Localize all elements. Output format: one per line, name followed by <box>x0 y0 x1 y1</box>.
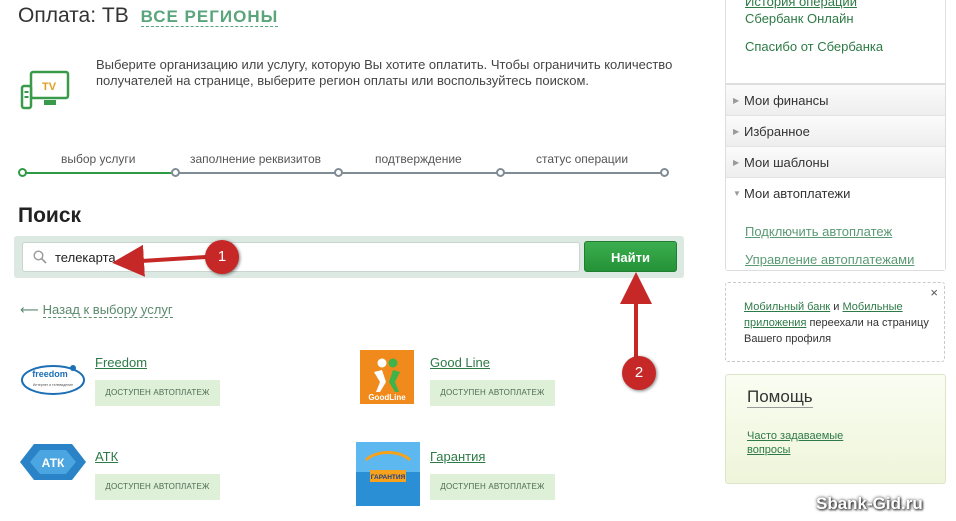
notice-and: и <box>830 301 843 313</box>
svg-text:freedom: freedom <box>32 369 68 379</box>
provider-name[interactable]: АТК <box>95 449 118 464</box>
menu-item-label: Мои шаблоны <box>744 155 830 170</box>
step-label-fill-details: заполнение реквизитов <box>190 152 322 166</box>
chevron-right-icon: ▶ <box>733 158 740 167</box>
arrow-left-icon: ⟵ <box>20 302 39 317</box>
progress-steps: выбор услуги заполнение реквизитов подтв… <box>18 152 670 182</box>
mobile-notice: × Мобильный банк и Мобильные приложения … <box>725 282 945 362</box>
chevron-right-icon: ▶ <box>733 96 740 105</box>
autopay-badge: ДОСТУПЕН АВТОПЛАТЕЖ <box>430 474 555 500</box>
search-input[interactable]: телекарта <box>22 242 580 272</box>
manage-autopay-link[interactable]: Управление автоплатежами <box>745 244 914 275</box>
svg-text:GoodLine: GoodLine <box>368 393 406 402</box>
provider-name[interactable]: Freedom <box>95 355 147 370</box>
find-button[interactable]: Найти <box>584 241 677 272</box>
search-title: Поиск <box>18 204 82 227</box>
menu-item-autopayments[interactable]: ▼ Мои автоплатежи Подключить автоплатеж … <box>726 178 945 270</box>
autopay-badge: ДОСТУПЕН АВТОПЛАТЕЖ <box>95 380 220 406</box>
step-label-confirm: подтверждение <box>375 152 462 166</box>
mobile-bank-link[interactable]: Мобильный банк <box>744 301 830 313</box>
spasibo-link[interactable]: Спасибо от Сбербанка <box>745 39 883 54</box>
step-dot-1 <box>18 168 27 177</box>
menu-item-label: Мои финансы <box>744 93 829 108</box>
autopay-badge: ДОСТУПЕН АВТОПЛАТЕЖ <box>430 380 555 406</box>
svg-text:Интернет и телевидение: Интернет и телевидение <box>33 383 73 387</box>
back-link-label: Назад к выбору услуг <box>42 302 173 318</box>
step-dot-5 <box>660 168 669 177</box>
freedom-logo: freedom Интернет и телевидение <box>21 365 85 395</box>
annotation-badge-2: 2 <box>622 356 656 390</box>
watermark: Sbank-Gid.ru <box>816 494 923 513</box>
progress-line-done <box>22 172 175 174</box>
menu-item-label: Избранное <box>744 124 810 139</box>
menu-item-favorites[interactable]: ▶ Избранное <box>726 116 945 147</box>
help-title: Помощь <box>747 387 813 408</box>
progress-line-todo <box>175 172 665 174</box>
autopay-badge: ДОСТУПЕН АВТОПЛАТЕЖ <box>95 474 220 500</box>
annotation-badge-1: 1 <box>205 240 239 274</box>
close-icon[interactable]: × <box>930 285 938 301</box>
chevron-down-icon: ▼ <box>733 189 741 198</box>
page-title: Оплата: ТВ ВСЕ РЕГИОНЫ <box>18 4 279 28</box>
intro-text: Выберите организацию или услугу, которую… <box>96 57 673 88</box>
sberbank-online-link[interactable]: Сбербанк Онлайн <box>745 11 854 26</box>
menu-item-templates[interactable]: ▶ Мои шаблоны <box>726 147 945 178</box>
step-dot-4 <box>496 168 505 177</box>
sidebar-top-links: История операций Сбербанк Онлайн Спасибо… <box>725 0 946 84</box>
search-icon <box>33 250 47 264</box>
step-dot-3 <box>334 168 343 177</box>
connect-autopay-link[interactable]: Подключить автоплатеж <box>745 216 892 247</box>
svg-text:ГАРАНТИЯ: ГАРАНТИЯ <box>371 474 406 481</box>
search-input-value: телекарта <box>55 250 116 265</box>
region-selector[interactable]: ВСЕ РЕГИОНЫ <box>140 7 279 27</box>
step-label-status: статус операции <box>536 152 629 166</box>
page-title-text: Оплата: ТВ <box>18 4 129 27</box>
menu-item-label: Мои автоплатежи <box>744 186 851 201</box>
history-link[interactable]: История операций <box>745 0 857 9</box>
faq-link[interactable]: Часто задаваемые вопросы <box>747 429 877 457</box>
svg-text:АТК: АТК <box>42 456 65 470</box>
svg-text:TV: TV <box>42 81 57 93</box>
step-dot-2 <box>171 168 180 177</box>
provider-name[interactable]: Good Line <box>430 355 490 370</box>
search-panel: телекарта Найти <box>14 236 684 278</box>
back-to-services-link[interactable]: ⟵ Назад к выбору услуг <box>20 302 173 318</box>
menu-item-finances[interactable]: ▶ Мои финансы <box>726 85 945 116</box>
sidebar-menu: ▶ Мои финансы ▶ Избранное ▶ Мои шаблоны … <box>725 84 946 271</box>
provider-name[interactable]: Гарантия <box>430 449 485 464</box>
atk-logo: АТК <box>20 444 86 480</box>
chevron-right-icon: ▶ <box>733 127 740 136</box>
step-label-select-service: выбор услуги <box>61 152 136 166</box>
garantiya-logo: ГАРАНТИЯ <box>356 442 420 506</box>
help-panel: Помощь Часто задаваемые вопросы <box>725 374 946 484</box>
tv-icon: TV <box>20 70 70 110</box>
good-line-logo: GoodLine <box>360 350 414 404</box>
